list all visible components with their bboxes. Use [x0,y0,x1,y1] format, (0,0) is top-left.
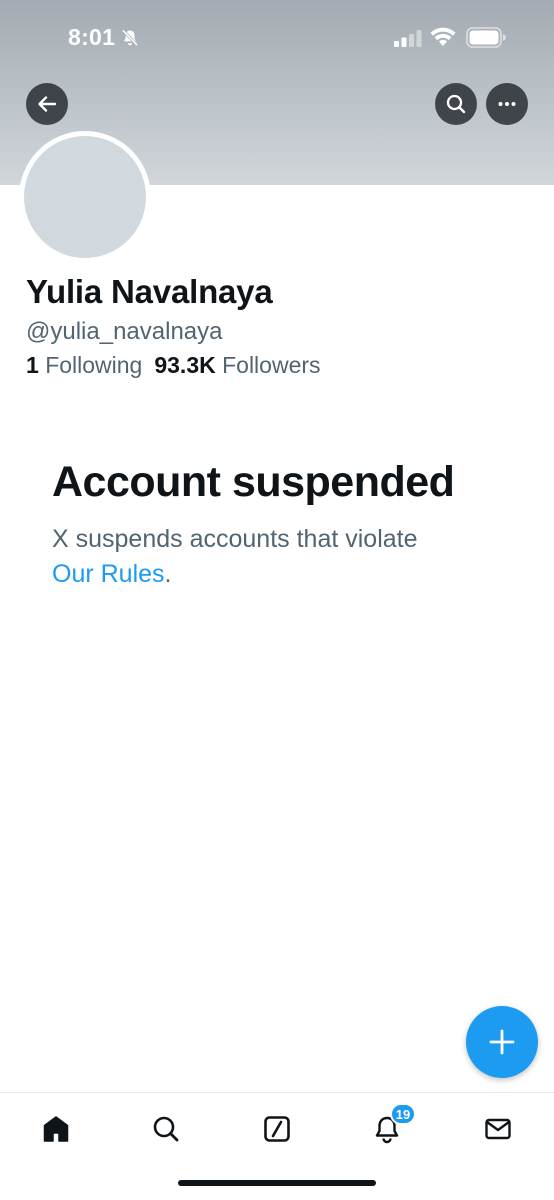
search-button[interactable] [435,83,477,125]
followers-count: 93.3K [154,352,216,378]
more-icon [498,102,516,106]
profile-display-name: Yulia Navalnaya [26,273,273,310]
home-icon [43,1116,69,1142]
grok-icon [264,1116,290,1142]
back-arrow-icon [38,96,57,112]
avatar[interactable] [19,131,151,263]
bell-slash-icon [121,29,139,47]
search-icon [446,94,466,114]
profile-handle: @yulia_navalnaya [26,318,223,345]
our-rules-link[interactable]: Our Rules [52,560,165,588]
plus-icon [489,1029,515,1055]
more-options-button[interactable] [486,83,528,125]
suspension-title: Account suspended [52,458,455,506]
profile-screen: 8:01 Yulia Navalnaya @yulia_navalnaya 1 … [0,0,554,1200]
cellular-signal-icon [394,30,422,47]
search-icon [153,1116,179,1142]
profile-stats: 1 Following 93.3K Followers [26,352,321,379]
following-link[interactable]: 1 Following [26,352,142,378]
followers-link[interactable]: 93.3K Followers [154,352,320,378]
notification-badge: 19 [390,1103,416,1125]
nav-search-tab[interactable] [146,1109,186,1149]
suspension-message-block: X suspends accounts that violate Our Rul… [52,522,492,592]
status-time: 8:01 [68,24,116,50]
followers-label: Followers [222,352,321,378]
back-button[interactable] [26,83,68,125]
nav-messages-tab[interactable] [478,1109,518,1149]
nav-home-tab[interactable] [36,1109,76,1149]
nav-grok-tab[interactable] [257,1109,297,1149]
suspension-trailing: . [164,560,172,588]
suspension-message: X suspends accounts that violate [52,525,418,553]
messages-envelope-icon [485,1118,511,1140]
following-label: Following [45,352,143,378]
home-indicator[interactable] [178,1180,376,1186]
wifi-icon [430,27,456,46]
battery-icon [466,27,506,48]
following-count: 1 [26,352,39,378]
compose-post-button[interactable] [466,1006,538,1078]
